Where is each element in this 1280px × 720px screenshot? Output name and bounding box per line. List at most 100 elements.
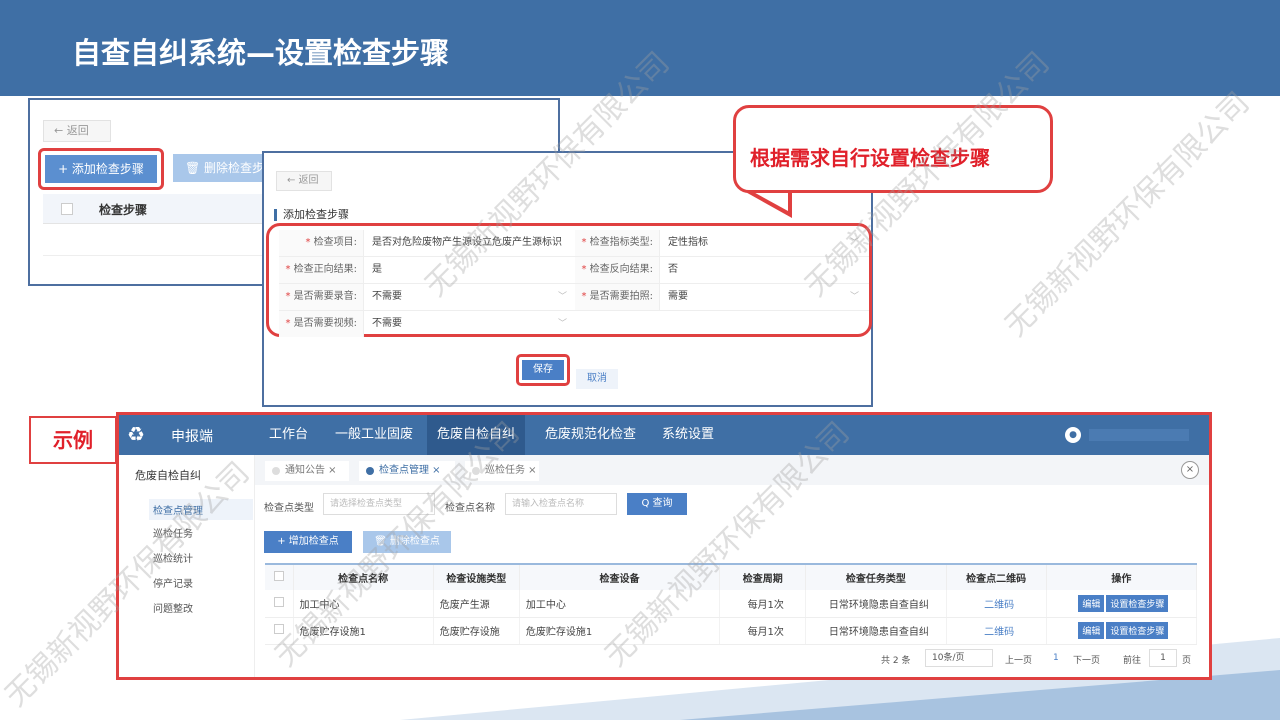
cell-facility: 危废贮存设施 bbox=[433, 617, 520, 645]
indicator-type-select[interactable]: 定性指标 ﹀ bbox=[659, 230, 865, 256]
qrcode-link[interactable]: 二维码 bbox=[984, 627, 1014, 638]
select-all-cell bbox=[265, 563, 294, 590]
column-header: 检查点名称 bbox=[293, 563, 434, 590]
nav-item-standard-check[interactable]: 危废规范化检查 bbox=[535, 415, 646, 455]
form-row: * 检查正向结果: 是 * 检查反向结果: 否 bbox=[279, 257, 869, 284]
form-highlight: * 检查项目: 是否对危险废物产生源设立危废产生源标识 * 检查指标类型: 定性… bbox=[266, 223, 872, 337]
filter-name-label: 检查点名称 bbox=[445, 503, 495, 514]
add-step-highlight: + 添加检查步骤 bbox=[38, 148, 164, 190]
form-row: * 是否需要视频: 不需要 ﹀ bbox=[279, 311, 869, 338]
column-header: 检查设备 bbox=[519, 563, 721, 590]
chevron-down-icon: ﹀ bbox=[557, 292, 567, 302]
set-steps-button[interactable]: 设置检查步骤 bbox=[1106, 594, 1169, 612]
cell-name: 加工中心 bbox=[293, 590, 434, 618]
positive-result-field[interactable]: 是 bbox=[363, 257, 573, 283]
callout-text: 根据需求自行设置检查步骤 bbox=[750, 146, 990, 170]
top-nav: ♻ 申报端 工作台 一般工业固废 危废自检自纠 危废规范化检查 系统设置 ● bbox=[119, 415, 1209, 455]
example-label: 示例 bbox=[29, 416, 117, 464]
add-checkpoint-button[interactable]: + 增加检查点 bbox=[264, 531, 352, 553]
table-header-row: 检查点名称 检查设施类型 检查设备 检查周期 检查任务类型 检查点二维码 操作 bbox=[265, 563, 1198, 590]
back-button[interactable]: ← 返回 bbox=[43, 120, 111, 142]
sidebar-item-checkpoints[interactable]: 检查点管理 bbox=[149, 499, 253, 520]
take-photo-select[interactable]: 需要 ﹀ bbox=[659, 284, 865, 310]
row-checkbox[interactable] bbox=[273, 596, 284, 607]
cell-name: 危废贮存设施1 bbox=[293, 617, 434, 645]
filter-type-label: 检查点类型 bbox=[264, 503, 314, 514]
tabs-bar: 通知公告 × 检查点管理 × 巡检任务 × bbox=[255, 455, 1209, 485]
column-header: 检查任务类型 bbox=[805, 563, 947, 590]
add-step-button[interactable]: + 添加检查步骤 bbox=[45, 155, 157, 183]
record-audio-select[interactable]: 不需要 ﹀ bbox=[363, 284, 573, 310]
page-unit-label: 页 bbox=[1182, 656, 1192, 666]
chevron-down-icon: ﹀ bbox=[849, 238, 859, 248]
user-name-redacted bbox=[1089, 429, 1189, 441]
nav-item-workbench[interactable]: 工作台 bbox=[259, 415, 318, 455]
column-header: 检查点二维码 bbox=[946, 563, 1047, 590]
sidebar-item-rectification[interactable]: 问题整改 bbox=[153, 600, 193, 615]
sidebar-item-patrol-stats[interactable]: 巡检统计 bbox=[153, 550, 193, 565]
save-button[interactable]: 保存 bbox=[522, 360, 564, 380]
recycle-logo-icon: ♻ bbox=[127, 422, 145, 446]
sidebar-heading: 危废自检自纠 bbox=[135, 469, 201, 482]
field-label: * 检查指标类型: bbox=[575, 230, 659, 256]
delete-checkpoint-button[interactable]: 🗑 删除检查点 bbox=[363, 531, 451, 553]
qrcode-link[interactable]: 二维码 bbox=[984, 600, 1014, 611]
next-page-button[interactable]: 下一页 bbox=[1073, 653, 1100, 666]
close-all-tabs-icon[interactable]: × bbox=[1181, 461, 1199, 479]
select-all-checkbox[interactable] bbox=[61, 203, 73, 215]
form-heading: 添加检查步骤 bbox=[274, 209, 349, 221]
set-steps-button[interactable]: 设置检查步骤 bbox=[1106, 622, 1169, 639]
select-all-checkbox[interactable] bbox=[273, 571, 284, 581]
column-header-step: 检查步骤 bbox=[99, 203, 148, 217]
goto-label: 前往 bbox=[1123, 656, 1142, 666]
field-label: * 检查正向结果: bbox=[279, 257, 363, 283]
record-video-select[interactable]: 不需要 ﹀ bbox=[363, 311, 573, 337]
cell-device: 加工中心 bbox=[519, 590, 721, 618]
edit-button[interactable]: 编辑 bbox=[1078, 594, 1105, 612]
nav-item-general-waste[interactable]: 一般工业固废 bbox=[325, 415, 423, 455]
field-label: * 检查项目: bbox=[279, 230, 363, 256]
cell-cycle: 每月1次 bbox=[719, 590, 807, 618]
user-icon[interactable]: ● bbox=[1065, 427, 1081, 443]
page-size-select[interactable]: 10条/页 bbox=[925, 649, 993, 667]
sidebar-item-shutdown-log[interactable]: 停产记录 bbox=[153, 575, 193, 590]
title-bar: 自查自纠系统—设置检查步骤 bbox=[0, 0, 1280, 96]
column-header: 操作 bbox=[1046, 563, 1198, 590]
cancel-button[interactable]: 取消 bbox=[576, 369, 618, 389]
negative-result-field[interactable]: 否 bbox=[659, 257, 865, 283]
pager-total: 共 2 条 bbox=[881, 656, 911, 666]
check-item-field[interactable]: 是否对危险废物产生源设立危废产生源标识 bbox=[363, 230, 573, 256]
sidebar-item-patrol-task[interactable]: 巡检任务 bbox=[153, 525, 193, 540]
cell-task: 日常环境隐患自查自纠 bbox=[805, 617, 947, 645]
save-highlight: 保存 bbox=[516, 354, 570, 386]
field-label: * 是否需要拍照: bbox=[575, 284, 659, 310]
field-label: * 是否需要视频: bbox=[279, 311, 363, 337]
row-checkbox[interactable] bbox=[273, 624, 284, 634]
cell-cycle: 每月1次 bbox=[719, 617, 807, 645]
cell-device: 危废贮存设施1 bbox=[519, 617, 721, 645]
sidebar: 危废自检自纠 检查点管理 巡检任务 巡检统计 停产记录 问题整改 bbox=[119, 455, 255, 677]
back-button[interactable]: ← 返回 bbox=[276, 171, 332, 191]
current-page[interactable]: 1 bbox=[1053, 653, 1059, 663]
cell-facility: 危废产生源 bbox=[433, 590, 520, 618]
tab-checkpoints[interactable]: 检查点管理 × bbox=[359, 461, 455, 481]
chevron-down-icon: ﹀ bbox=[849, 292, 859, 302]
nav-item-self-check[interactable]: 危废自检自纠 bbox=[427, 415, 526, 455]
query-button[interactable]: Q 查询 bbox=[627, 493, 687, 515]
column-header: 检查周期 bbox=[719, 563, 807, 590]
chevron-down-icon: ﹀ bbox=[557, 319, 567, 329]
table-row: 危废贮存设施1 危废贮存设施 危废贮存设施1 每月1次 日常环境隐患自查自纠 二… bbox=[265, 617, 1198, 645]
slide-title: 自查自纠系统—设置检查步骤 bbox=[72, 36, 450, 70]
prev-page-button[interactable]: 上一页 bbox=[1005, 653, 1032, 666]
checkpoint-name-input[interactable]: 请输入检查点名称 bbox=[505, 493, 617, 515]
tab-patrol-task[interactable]: 巡检任务 × bbox=[465, 461, 539, 481]
tab-notice[interactable]: 通知公告 × bbox=[265, 461, 349, 481]
form-row: * 是否需要录音: 不需要 ﹀ * 是否需要拍照: 需要 ﹀ bbox=[279, 284, 869, 311]
column-header: 检查设施类型 bbox=[433, 563, 520, 590]
edit-button[interactable]: 编辑 bbox=[1078, 622, 1105, 639]
field-label: * 检查反向结果: bbox=[575, 257, 659, 283]
example-screenshot: ♻ 申报端 工作台 一般工业固废 危废自检自纠 危废规范化检查 系统设置 ● 危… bbox=[116, 412, 1212, 680]
goto-page-input[interactable]: 1 bbox=[1149, 649, 1177, 667]
checkpoint-type-select[interactable]: 请选择检查点类型 bbox=[323, 493, 435, 515]
nav-item-settings[interactable]: 系统设置 bbox=[652, 415, 724, 455]
